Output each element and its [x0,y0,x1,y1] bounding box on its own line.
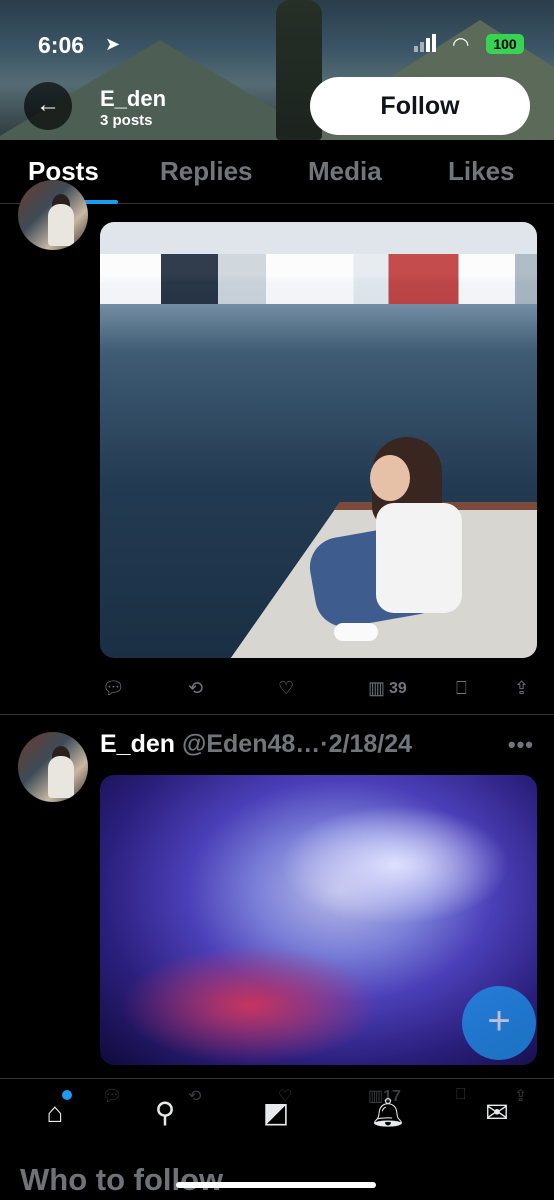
retweet-icon[interactable]: ⟲ [188,678,203,699]
location-arrow-icon: ➤ [105,34,121,54]
tab-likes[interactable]: Likes [448,156,515,187]
post-author-handle[interactable]: @Eden48… [182,730,320,758]
grok-icon[interactable]: ◩ [259,1096,293,1130]
back-arrow-icon: ← [36,91,60,118]
views-icon: ▥ [368,678,386,698]
bookmark-icon: ⎕ [456,1086,466,1103]
messages-icon[interactable]: ✉ [480,1096,514,1130]
signal-icon [414,34,438,52]
status-bar: 6:06 ➤ ◠ 100 [0,28,554,62]
bookmark-icon[interactable]: ⎕ [456,678,467,699]
more-icon[interactable]: ••• [508,732,534,758]
wifi-icon: ◠ [452,34,470,56]
posts-count: 3 posts [100,112,153,129]
tab-media[interactable]: Media [308,156,382,187]
battery-indicator: 100 [486,34,524,54]
like-icon[interactable]: ♡ [278,678,294,699]
tab-replies[interactable]: Replies [160,156,253,187]
home-icon[interactable]: ⌂ [38,1096,72,1130]
status-time: 6:06 [38,32,85,58]
who-to-follow-heading: Who to follow [20,1162,224,1197]
avatar[interactable] [18,180,88,250]
reply-icon: 💬︎ [102,1088,123,1105]
notifications-icon[interactable]: 🔔︎ [370,1096,406,1130]
reply-icon[interactable]: 💬︎ [102,678,125,699]
share-icon: ⇪ [514,1088,528,1105]
compose-button[interactable]: + [462,986,536,1060]
post-date: ·2/18/24 [320,730,413,758]
profile-tabs: Posts Replies Media Likes [0,140,554,204]
post-header: E_den @Eden48…·2/18/24 [100,730,540,762]
back-button[interactable]: ← [24,82,72,130]
follow-button[interactable]: Follow [310,77,530,135]
post-author-name[interactable]: E_den [100,730,175,758]
compose-plus-icon: + [487,999,511,1043]
retweet-icon: ⟲ [188,1088,202,1105]
divider [0,714,554,715]
share-icon[interactable]: ⇪ [514,678,529,699]
home-indicator [176,1182,376,1188]
search-icon[interactable]: ⚲ [148,1096,182,1130]
views-count: 39 [389,679,407,697]
post-actions: 💬︎ ⟲ ♡ ▥ 39 ⎕ ⇪ [100,678,540,708]
views-button[interactable]: ▥ 39 [368,678,407,699]
post-image[interactable] [100,222,537,658]
profile-name: E_den [100,86,167,111]
avatar[interactable] [18,732,88,802]
